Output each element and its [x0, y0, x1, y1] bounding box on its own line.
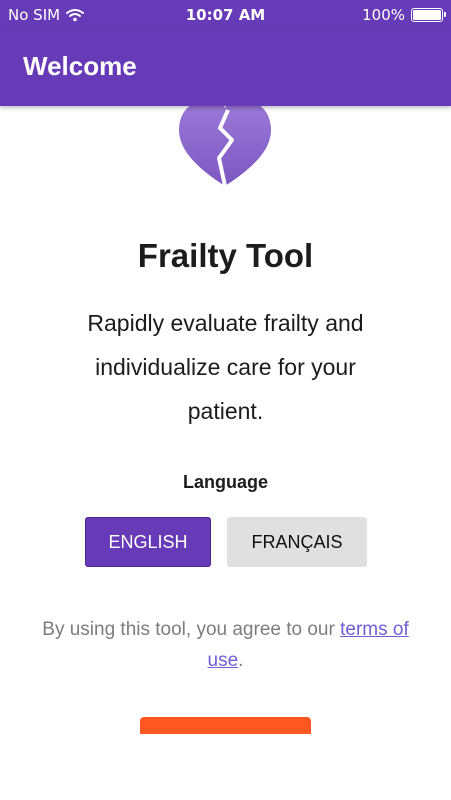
- page-title: Welcome: [23, 51, 137, 81]
- french-button[interactable]: FRANÇAIS: [227, 517, 367, 567]
- app-name-heading: Frailty Tool: [137, 237, 314, 274]
- battery-icon: [411, 8, 446, 22]
- app-bar: Welcome: [0, 30, 451, 106]
- battery-percent: 100%: [362, 6, 405, 24]
- terms-suffix: .: [238, 650, 244, 671]
- status-right: 100%: [362, 6, 446, 24]
- continue-button[interactable]: [140, 717, 311, 734]
- terms-notice: By using this tool, you agree to our ter…: [40, 614, 411, 676]
- language-label: Language: [182, 472, 268, 492]
- battery-level-fill: [413, 10, 441, 20]
- status-bar: No SIM 10:07 AM 100%: [0, 0, 451, 30]
- broken-heart-icon: [179, 106, 271, 187]
- welcome-content[interactable]: Frailty Tool Rapidly evaluate frailty an…: [0, 106, 451, 734]
- app-tagline: Rapidly evaluate frailty and individuali…: [87, 310, 364, 424]
- terms-prefix: By using this tool, you agree to our: [42, 619, 341, 640]
- english-button[interactable]: ENGLISH: [85, 517, 211, 567]
